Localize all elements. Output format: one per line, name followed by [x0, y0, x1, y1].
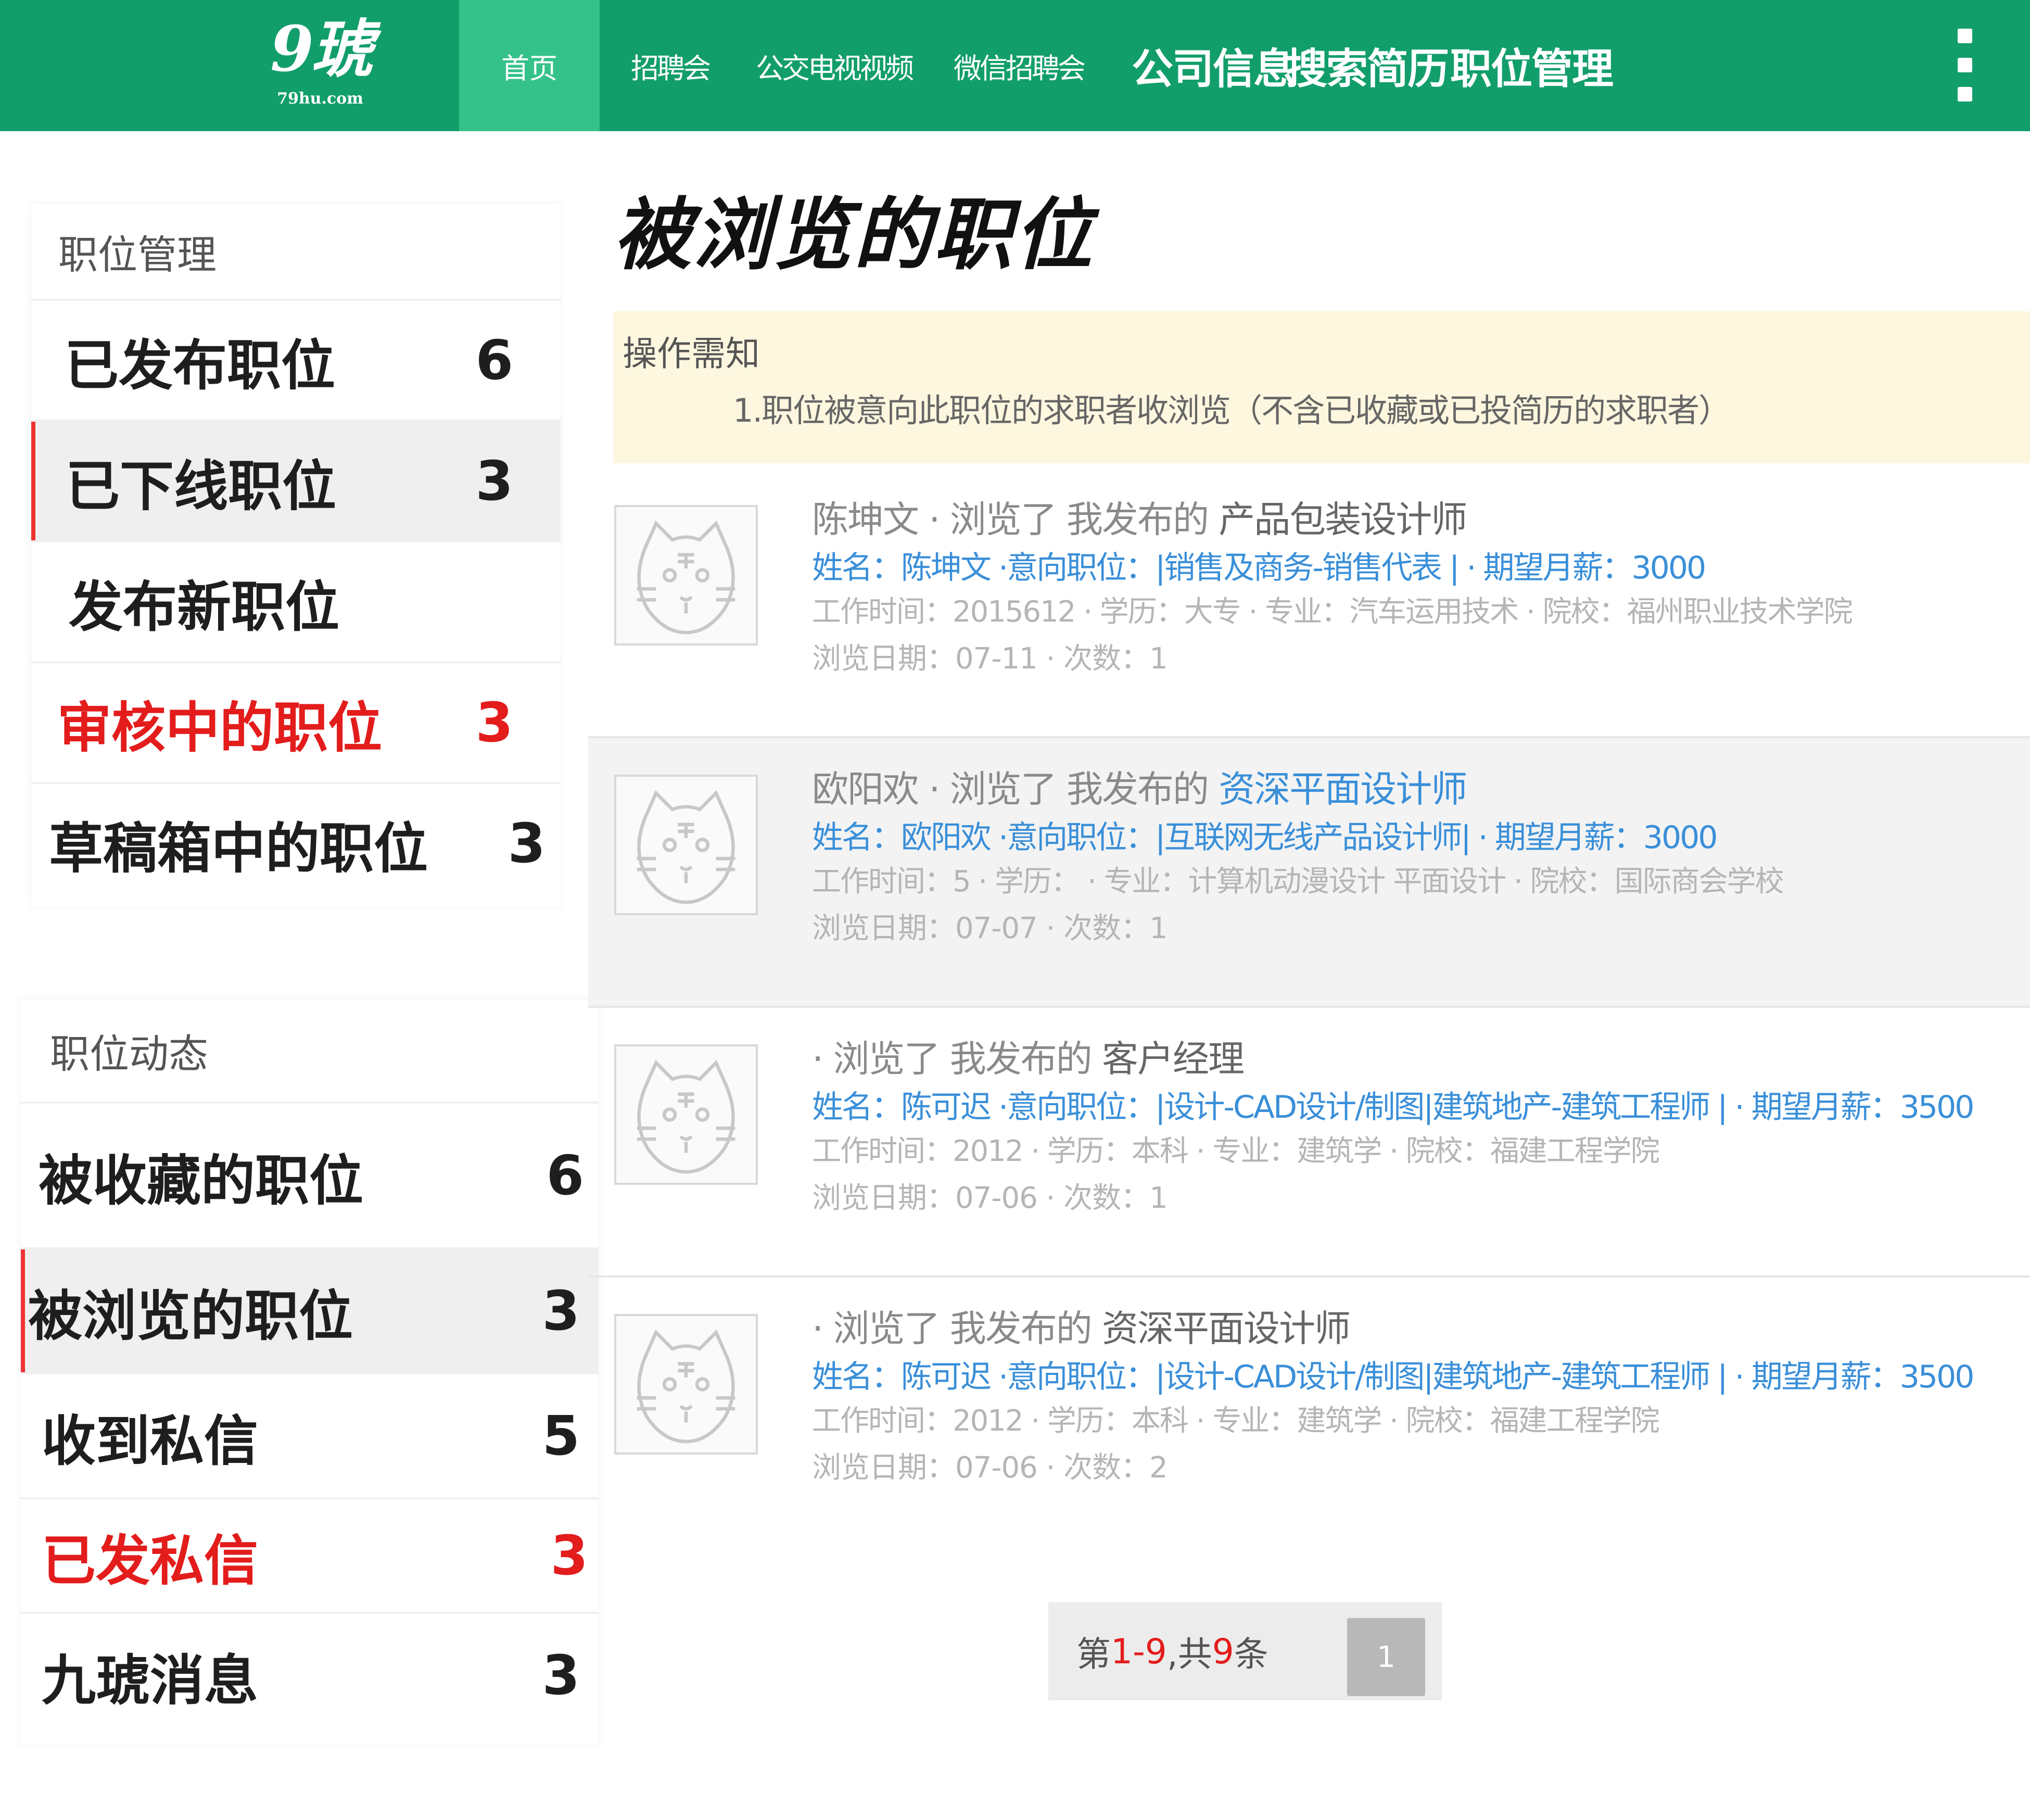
notice-text: 1.职位被意向此职位的求职者收浏览（不含已收藏或已投简历的求职者） [733, 391, 1731, 429]
sidebar-item-count: 3 [508, 812, 545, 875]
record-info[interactable]: 姓名：陈可迟 ·意向职位：|设计-CAD设计/制图|建筑地产-建筑工程师 | ·… [812, 1351, 1974, 1397]
pagination-suffix: 条 [1234, 1634, 1268, 1674]
tiger-avatar-icon[interactable] [614, 1314, 758, 1455]
sidebar-item-published[interactable]: 已发布职位 6 [31, 299, 560, 420]
record-info[interactable]: 姓名：陈坤文 ·意向职位：|销售及商务-销售代表 | · 期望月薪：3000 [812, 542, 1706, 588]
record-meta: 工作时间：2012 · 学历：本科 · 专业：建筑学 · 院校：福建工程学院 [812, 1404, 1660, 1438]
record-date: 浏览日期：07-11 · 次数：1 [812, 642, 1168, 676]
view-record: · 浏览了 我发布的 资深平面设计师 姓名：陈可迟 ·意向职位：|设计-CAD设… [588, 1278, 2030, 1547]
sidebar-item-count: 3 [550, 1524, 588, 1587]
sidebar-section-title: 职位管理 [58, 232, 217, 278]
sidebar-item-drafts[interactable]: 草稿箱中的职位 3 [31, 782, 560, 903]
job-link[interactable]: 资深平面设计师 [1102, 1307, 1351, 1350]
page-title: 被浏览的职位 [613, 189, 1095, 281]
sidebar-item-label: 已下线职位 [66, 454, 337, 518]
notice-title: 操作需知 [623, 334, 760, 374]
sidebar-item-count: 3 [542, 1644, 580, 1707]
record-meta: 工作时间：5 · 学历： · 专业：计算机动漫设计 平面设计 · 院校：国际商会… [812, 865, 1784, 899]
logo-domain: 79hu.com [277, 90, 363, 108]
viewer-name[interactable]: 陈坤文 [812, 498, 919, 541]
nav-wechat-job-fair[interactable]: 微信招聘会 [954, 0, 1086, 131]
record-action: · 浏览了 我发布的 [918, 768, 1219, 811]
nav-search-resume[interactable]: 搜索简历 [1286, 0, 1449, 131]
sidebar-item-jiuhu-messages[interactable]: 九琥消息 3 [21, 1612, 599, 1737]
sidebar-item-label: 已发私信 [42, 1528, 259, 1593]
pagination-summary: 第 1-9 ,共 9 条 [1076, 1602, 1268, 1700]
sidebar-item-count: 3 [475, 449, 513, 513]
sidebar-item-count: 5 [542, 1404, 580, 1468]
nav-home[interactable]: 首页 [459, 0, 600, 131]
sidebar-item-offline[interactable]: 已下线职位 3 [31, 420, 560, 540]
more-vertical-icon[interactable] [1955, 29, 1975, 102]
sidebar-job-activity: 职位动态 被收藏的职位 6 被浏览的职位 3 收到私信 5 已发私信 3 九琥消… [21, 1000, 599, 1744]
pagination-range: 1-9 [1111, 1631, 1167, 1672]
record-date: 浏览日期：07-07 · 次数：1 [812, 912, 1168, 945]
sidebar-item-sent-messages[interactable]: 已发私信 3 [21, 1497, 599, 1612]
sidebar-item-label: 被收藏的职位 [39, 1148, 364, 1212]
sidebar-item-count: 6 [546, 1144, 584, 1207]
record-info[interactable]: 姓名：陈可迟 ·意向职位：|设计-CAD设计/制图|建筑地产-建筑工程师 | ·… [812, 1082, 1974, 1127]
sidebar-item-count: 3 [542, 1279, 580, 1343]
sidebar-item-count: 3 [475, 691, 513, 754]
pagination-total: 9 [1212, 1631, 1234, 1672]
page-button[interactable]: 1 [1347, 1618, 1425, 1696]
sidebar-item-label: 已发布职位 [65, 333, 336, 397]
record-title: · 浏览了 我发布的 资深平面设计师 [812, 1299, 1351, 1352]
nav-company-info[interactable]: 公司信息 [1132, 0, 1295, 131]
sidebar-item-label: 发布新职位 [69, 575, 340, 639]
record-action: · 浏览了 我发布的 [918, 498, 1219, 541]
tiger-avatar-icon[interactable] [614, 1044, 758, 1185]
sidebar-item-post-new[interactable]: 发布新职位 [31, 540, 560, 661]
viewer-name[interactable]: 欧阳欢 [812, 768, 919, 811]
record-action: · 浏览了 我发布的 [812, 1038, 1102, 1080]
record-meta: 工作时间：2015612 · 学历：大专 · 专业：汽车运用技术 · 院校：福州… [812, 595, 1853, 629]
record-title: 欧阳欢 · 浏览了 我发布的 资深平面设计师 [812, 760, 1467, 813]
sidebar-item-received-messages[interactable]: 收到私信 5 [21, 1372, 599, 1497]
view-record: · 浏览了 我发布的 客户经理 姓名：陈可迟 ·意向职位：|设计-CAD设计/制… [588, 1008, 2030, 1278]
site-logo[interactable]: 9琥 79hu.com [260, 10, 380, 120]
job-link[interactable]: 客户经理 [1102, 1038, 1245, 1080]
sidebar-item-label: 审核中的职位 [57, 696, 383, 760]
record-title: · 浏览了 我发布的 客户经理 [812, 1030, 1245, 1082]
pagination: 第 1-9 ,共 9 条 1 [1048, 1602, 1442, 1700]
view-record: 陈坤文 · 浏览了 我发布的 产品包装设计师 姓名：陈坤文 ·意向职位：|销售及… [588, 469, 2030, 738]
sidebar-item-favorited[interactable]: 被收藏的职位 6 [21, 1102, 599, 1247]
sidebar-item-label: 草稿箱中的职位 [49, 816, 428, 880]
sidebar-item-under-review[interactable]: 审核中的职位 3 [31, 661, 560, 782]
logo-text: 9琥 [270, 12, 373, 86]
nav-job-fair[interactable]: 招聘会 [631, 0, 711, 131]
view-record: 欧阳欢 · 浏览了 我发布的 资深平面设计师 姓名：欧阳欢 ·意向职位：|互联网… [588, 738, 2030, 1008]
top-navbar: 9琥 79hu.com 首页 招聘会 公交电视视频 微信招聘会 公司信息 搜索简… [0, 0, 2030, 131]
nav-bus-tv-video[interactable]: 公交电视视频 [756, 0, 914, 131]
sidebar-item-label: 被浏览的职位 [28, 1284, 353, 1348]
nav-job-management[interactable]: 职位管理 [1450, 0, 1614, 131]
record-title: 陈坤文 · 浏览了 我发布的 产品包装设计师 [812, 490, 1467, 543]
sidebar-job-management: 职位管理 已发布职位 6 已下线职位 3 发布新职位 审核中的职位 3 草稿箱中… [31, 204, 560, 907]
sidebar-item-label: 收到私信 [42, 1409, 259, 1473]
pagination-middle: ,共 [1166, 1634, 1212, 1674]
sidebar-section-title: 职位动态 [50, 1031, 208, 1077]
tiger-avatar-icon[interactable] [614, 775, 758, 915]
record-info[interactable]: 姓名：欧阳欢 ·意向职位：|互联网无线产品设计师| · 期望月薪：3000 [812, 812, 1718, 857]
job-link[interactable]: 资深平面设计师 [1219, 768, 1467, 811]
record-meta: 工作时间：2012 · 学历：本科 · 专业：建筑学 · 院校：福建工程学院 [812, 1134, 1660, 1168]
sidebar-item-viewed[interactable]: 被浏览的职位 3 [21, 1247, 599, 1372]
pagination-prefix: 第 [1076, 1634, 1111, 1674]
record-action: · 浏览了 我发布的 [812, 1307, 1102, 1350]
record-date: 浏览日期：07-06 · 次数：2 [812, 1451, 1168, 1485]
sidebar-item-count: 6 [475, 328, 513, 392]
sidebar-item-label: 九琥消息 [42, 1648, 259, 1712]
job-link[interactable]: 产品包装设计师 [1219, 498, 1467, 541]
tiger-avatar-icon[interactable] [614, 505, 758, 646]
notice-box: 操作需知 1.职位被意向此职位的求职者收浏览（不含已收藏或已投简历的求职者） [613, 311, 2030, 463]
record-date: 浏览日期：07-06 · 次数：1 [812, 1181, 1168, 1215]
